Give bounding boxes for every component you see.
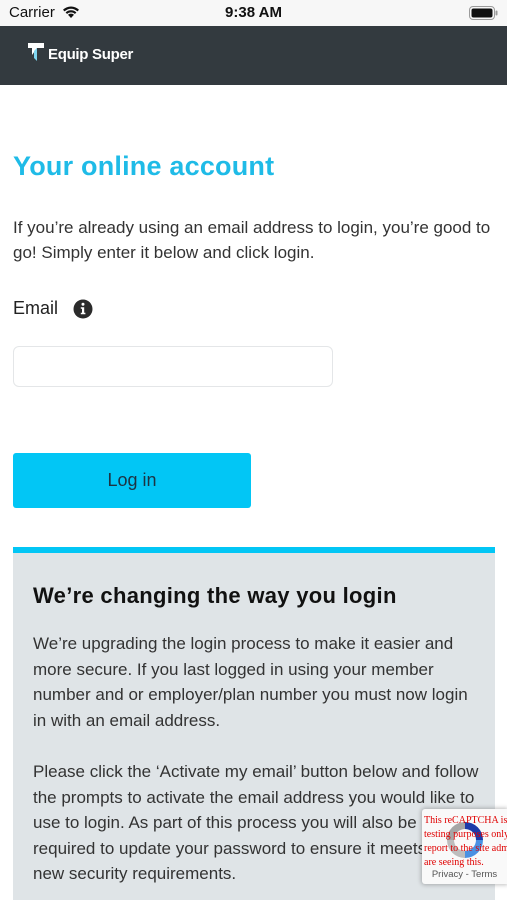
notice-paragraph-1: We’re upgrading the login process to mak… (33, 634, 468, 730)
equip-logo-icon (28, 43, 44, 66)
app-header: Equip Super (0, 26, 507, 85)
info-icon[interactable] (73, 299, 93, 319)
email-input[interactable] (13, 346, 333, 387)
notice-paragraph-2: Please click the ‘Activate my email’ but… (33, 762, 479, 884)
notice-title: We’re changing the way you login (33, 583, 397, 608)
page-title: Your online account (13, 151, 275, 181)
recaptcha-badge[interactable]: This reCAPTCHA is for testing purposes o… (422, 809, 507, 884)
status-bar: Carrier 9:38 AM (0, 0, 507, 26)
clock: 9:38 AM (225, 4, 282, 21)
email-label-row: Email (13, 298, 93, 319)
intro-text: If you’re already using an email address… (13, 218, 491, 262)
logo-text: Equip Super (48, 46, 134, 63)
equip-super-logo[interactable]: Equip Super (28, 43, 133, 66)
recaptcha-links: Privacy - Terms (422, 869, 507, 880)
email-label: Email (13, 298, 59, 318)
login-button[interactable]: Log in (13, 453, 251, 508)
battery-icon (469, 6, 498, 25)
recaptcha-terms-link[interactable]: Terms (471, 869, 497, 880)
recaptcha-error-text: This reCAPTCHA is for testing purposes o… (424, 815, 507, 868)
recaptcha-privacy-link[interactable]: Privacy (432, 869, 463, 880)
